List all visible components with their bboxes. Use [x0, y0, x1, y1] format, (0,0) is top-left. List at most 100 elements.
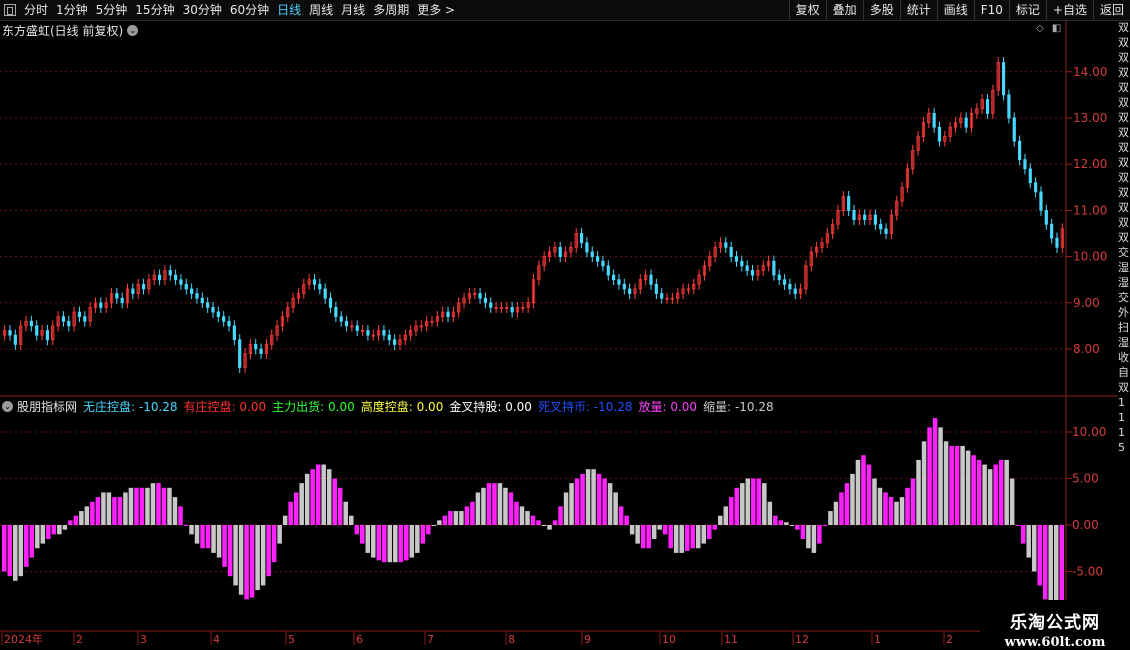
indicator-bar — [536, 520, 541, 525]
stock-chart-svg[interactable]: 14.0013.0012.0011.0010.009.008.0010.005.… — [0, 0, 1130, 650]
indicator-bar — [888, 497, 894, 525]
candle-body — [344, 320, 349, 327]
indicator-bar — [585, 469, 591, 525]
candle-body — [61, 316, 66, 322]
candle-body — [585, 242, 589, 253]
indicator-bar — [266, 525, 271, 577]
candle-body — [184, 283, 188, 290]
candle-body — [750, 270, 755, 276]
candle-body — [131, 288, 135, 294]
candle-body — [13, 334, 17, 345]
indicator-bar — [635, 525, 640, 544]
indicator-bar — [558, 506, 563, 525]
indicator-bar — [348, 515, 354, 525]
candle-body — [612, 274, 616, 281]
candle-body — [852, 209, 856, 221]
indicator-bar — [850, 473, 855, 525]
indicator-value-3: 0.00 — [412, 400, 444, 414]
indicator-bar — [123, 492, 128, 525]
indicator-bar — [475, 492, 481, 525]
indicator-bar — [1042, 525, 1048, 600]
indicator-bar — [552, 520, 558, 525]
indicator-value-7: -10.28 — [731, 400, 774, 414]
indicator-label-2: 主力出货: — [272, 400, 325, 414]
indicator-bar — [866, 464, 872, 525]
indicator-bar — [2, 525, 7, 572]
indicator-bar — [657, 525, 662, 530]
x-axis-label: 7 — [427, 633, 434, 646]
candle-body — [596, 256, 600, 262]
indicator-bar — [117, 497, 123, 525]
indicator-value-4: 0.00 — [501, 400, 532, 414]
candle-body — [232, 325, 236, 341]
indicator-bar — [426, 525, 431, 535]
indicator-bar — [227, 525, 233, 577]
x-axis-label: 2024年 — [4, 632, 43, 646]
indicator-bar — [800, 525, 806, 539]
watermark-title: 乐淘公式网 — [1010, 613, 1100, 633]
indicator-bar — [183, 525, 189, 526]
candle-body — [312, 279, 317, 285]
indicator-bar — [751, 478, 756, 525]
candle-body — [649, 274, 653, 285]
indicator-bar — [591, 469, 596, 525]
candle-body — [734, 256, 739, 262]
indicator-bar — [1048, 525, 1053, 609]
indicator-bar — [679, 525, 684, 553]
watermark: 乐淘公式网 www.60lt.com — [980, 600, 1130, 650]
candle-body — [729, 246, 733, 258]
candle-body — [35, 325, 39, 336]
indicator-bar — [244, 525, 249, 600]
candle-body — [884, 228, 888, 234]
candle-body — [190, 288, 194, 294]
candle-body — [323, 288, 327, 299]
indicator-bar — [222, 525, 227, 567]
main-y-label: 8.00 — [1073, 342, 1100, 356]
indicator-bar — [921, 441, 927, 525]
indicator-bar — [949, 445, 954, 525]
indicator-bar — [574, 478, 580, 525]
indicator-bar — [1009, 478, 1015, 525]
candle-body — [141, 283, 146, 290]
candle-body — [29, 320, 33, 327]
indicator-values: 无庄控盘: -10.28 有庄控盘: 0.00 主力出货: 0.00 高度控盘: 0.… — [83, 398, 780, 415]
indicator-bar — [134, 487, 139, 525]
ind-y-label: -5.00 — [1072, 565, 1103, 579]
main-y-label: 11.00 — [1073, 203, 1107, 217]
indicator-bar — [519, 506, 525, 525]
indicator-bar — [57, 525, 62, 535]
x-axis-label: 2 — [946, 633, 953, 646]
chevron-down-icon[interactable]: ⌄ — [2, 401, 13, 412]
indicator-bar — [723, 506, 729, 525]
indicator-bar — [1004, 459, 1009, 525]
indicator-bar — [282, 515, 288, 525]
indicator-bar — [855, 459, 861, 525]
indicator-bar — [745, 478, 751, 525]
indicator-bar — [662, 525, 668, 535]
indicator-bar — [563, 492, 569, 525]
x-axis-label: 11 — [724, 633, 738, 646]
indicator-header: ⌄ 股朋指标网 无庄控盘: -10.28 有庄控盘: 0.00 主力出货: 0.00… — [2, 398, 780, 415]
indicator-bar — [1031, 525, 1037, 572]
indicator-bar — [976, 459, 982, 525]
indicator-bar — [1037, 525, 1042, 586]
indicator-bar — [503, 487, 508, 525]
indicator-bar — [172, 497, 178, 525]
indicator-bar — [695, 525, 701, 549]
indicator-bar — [40, 525, 46, 544]
x-axis-label: 6 — [356, 633, 363, 646]
main-y-label: 9.00 — [1073, 296, 1100, 310]
candle-body — [777, 274, 781, 281]
candle-body — [200, 297, 204, 304]
candle-body — [782, 279, 787, 285]
indicator-bar — [877, 487, 883, 525]
indicator-bar — [943, 441, 949, 525]
indicator-bar — [998, 459, 1004, 525]
indicator-bar — [629, 525, 635, 535]
indicator-bar — [673, 525, 679, 553]
candle-body — [1034, 182, 1038, 193]
main-y-label: 13.00 — [1073, 111, 1107, 125]
indicator-bar — [470, 501, 475, 525]
indicator-bar — [938, 427, 943, 525]
indicator-bar — [365, 525, 371, 553]
